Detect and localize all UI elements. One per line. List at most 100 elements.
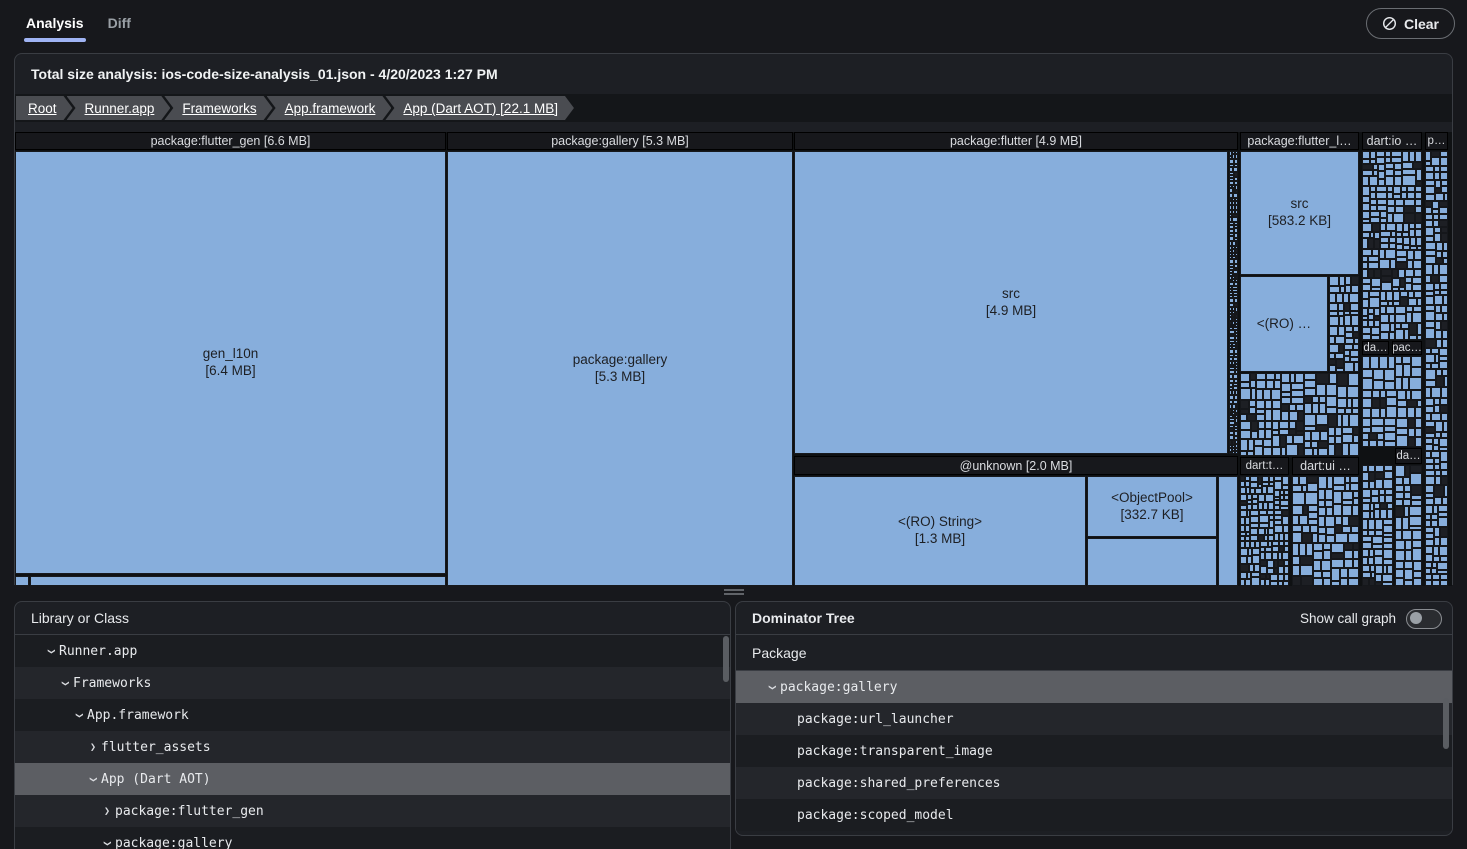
treemap-cell[interactable] [1316, 414, 1328, 425]
treemap-cell[interactable] [1395, 206, 1404, 213]
treemap-cell[interactable] [1308, 512, 1318, 519]
treemap-cell[interactable] [1304, 396, 1312, 403]
treemap-cell[interactable] [1362, 440, 1369, 447]
treemap-cell[interactable] [1329, 276, 1339, 286]
treemap-cell[interactable] [1344, 550, 1353, 559]
treemap-cell[interactable] [1425, 485, 1434, 493]
treemap-cell[interactable] [1372, 249, 1379, 256]
treemap-cell[interactable] [1300, 565, 1313, 576]
treemap-cell[interactable] [1304, 431, 1311, 441]
dominator-row[interactable]: ❯package:shared_preferences [736, 767, 1452, 799]
chevron-right-icon[interactable]: ❯ [85, 742, 101, 753]
treemap-cell[interactable] [1444, 193, 1448, 201]
treemap-cell[interactable] [1340, 578, 1348, 586]
treemap-cell[interactable] [1329, 303, 1338, 311]
treemap-cell[interactable] [1403, 499, 1411, 506]
treemap-cell[interactable] [1284, 574, 1289, 581]
treemap-cell[interactable] [1443, 242, 1448, 251]
treemap-cell[interactable] [1307, 476, 1318, 483]
treemap-cell[interactable] [1425, 172, 1434, 180]
treemap-cell[interactable] [1295, 373, 1304, 383]
treemap-cell[interactable] [1337, 386, 1347, 398]
treemap-group-header[interactable]: dart:ui … [1292, 457, 1359, 475]
treemap-cell[interactable] [1371, 278, 1381, 287]
treemap-cell[interactable] [1435, 313, 1443, 321]
treemap-cell[interactable] [1292, 532, 1302, 543]
treemap-cell[interactable] [1440, 580, 1448, 586]
treemap-cell[interactable] [1425, 476, 1435, 485]
treemap-cell[interactable] [1304, 403, 1312, 414]
treemap-cell[interactable] [1396, 435, 1408, 447]
chevron-right-icon[interactable]: ❯ [99, 806, 115, 817]
treemap-cell[interactable] [1386, 291, 1393, 301]
treemap-cell[interactable] [1254, 439, 1263, 446]
treemap-cell[interactable] [1326, 507, 1333, 516]
treemap-cell[interactable] [1282, 476, 1289, 485]
treemap-cell[interactable] [1425, 194, 1435, 201]
treemap-cell[interactable] [1329, 286, 1340, 293]
treemap-cell[interactable] [1328, 427, 1335, 436]
treemap-cell[interactable] [1258, 429, 1265, 439]
treemap-cell[interactable] [1267, 486, 1274, 494]
treemap-cell[interactable] [1326, 527, 1335, 535]
treemap-cell[interactable] [1431, 275, 1439, 283]
treemap-cell[interactable] [1292, 476, 1299, 485]
treemap-group-header[interactable]: dart:io … [1362, 132, 1422, 150]
treemap-cell[interactable] [1425, 398, 1434, 406]
treemap-cell[interactable] [1362, 334, 1371, 340]
treemap-cell[interactable] [1404, 485, 1411, 492]
treemap-cell[interactable] [1379, 356, 1388, 369]
treemap-cell[interactable] [1362, 223, 1372, 232]
treemap-cell[interactable] [1349, 516, 1359, 526]
treemap-cell[interactable] [1415, 418, 1422, 428]
treemap-cell[interactable] [1265, 400, 1272, 409]
treemap-cell[interactable] [1240, 564, 1249, 572]
treemap-cell[interactable] [1425, 256, 1436, 264]
dominator-row[interactable]: ❯package:scoped_model [736, 799, 1452, 831]
treemap-cell[interactable] [1383, 525, 1393, 533]
treemap-cell[interactable] [1331, 559, 1344, 568]
treemap-cell[interactable] [1413, 561, 1422, 571]
treemap-cell[interactable] [1368, 465, 1375, 472]
treemap-cell[interactable] [1405, 269, 1414, 277]
treemap-cell[interactable] [1362, 176, 1369, 186]
treemap-cell[interactable] [1408, 418, 1415, 428]
treemap-cell[interactable] [1323, 578, 1331, 586]
treemap-cell[interactable] [1304, 441, 1311, 448]
treemap-cell[interactable] [1375, 465, 1384, 472]
treemap-cell[interactable] [1362, 151, 1370, 159]
treemap-cell[interactable] [1272, 400, 1281, 409]
treemap-cell[interactable] [1408, 298, 1417, 306]
treemap-cell[interactable] [1362, 472, 1369, 481]
treemap-cell[interactable] [1415, 229, 1422, 237]
treemap-cell[interactable] [1387, 199, 1395, 206]
treemap-cell[interactable] [1439, 220, 1448, 227]
treemap-cell[interactable] [1387, 206, 1395, 213]
treemap-cell[interactable] [1310, 525, 1318, 533]
treemap-cell[interactable] [1402, 517, 1409, 530]
treemap-cell[interactable] [1304, 414, 1316, 426]
treemap-cell[interactable] [1286, 435, 1293, 444]
clear-button[interactable]: Clear [1366, 8, 1455, 39]
treemap-cell[interactable] [1370, 356, 1379, 369]
treemap-cell[interactable] [1342, 491, 1353, 500]
treemap-cell[interactable] [1388, 356, 1395, 369]
treemap-cell[interactable] [1348, 578, 1359, 586]
treemap-cell[interactable] [1342, 414, 1349, 427]
treemap-cell[interactable] [1371, 489, 1379, 496]
treemap-cell[interactable] [1435, 330, 1442, 339]
treemap-cell[interactable] [1281, 404, 1289, 411]
treemap-cell[interactable] [1299, 476, 1307, 485]
treemap-cell[interactable] [1318, 489, 1325, 500]
treemap-cell[interactable] [1431, 157, 1440, 166]
treemap-cell[interactable] [1323, 550, 1331, 560]
treemap-cell[interactable] [1378, 164, 1385, 171]
treemap-cell[interactable] [1369, 433, 1377, 440]
treemap-cell[interactable] [1402, 356, 1411, 364]
library-row[interactable]: ❯package:gallery [15, 827, 730, 849]
treemap-cell[interactable] [1411, 356, 1422, 367]
treemap-cell[interactable] [1362, 511, 1370, 519]
treemap-cell[interactable] [1313, 560, 1321, 571]
treemap-cell[interactable] [1425, 311, 1435, 321]
treemap-cell[interactable] [1281, 411, 1289, 421]
